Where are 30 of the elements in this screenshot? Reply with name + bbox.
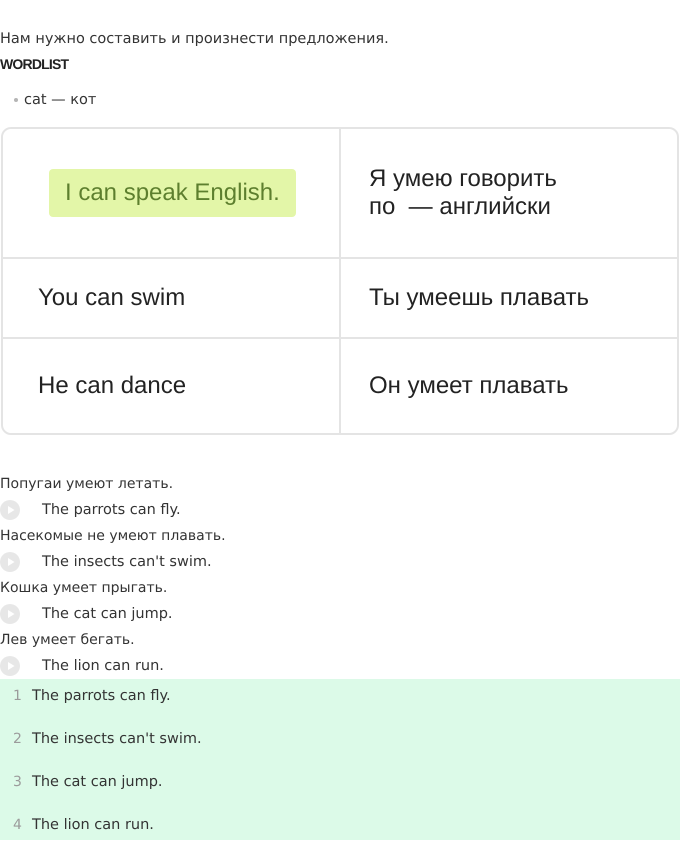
translation-text: The lion can run. xyxy=(42,658,164,674)
play-icon[interactable] xyxy=(0,656,20,676)
translation-text: The insects can't swim. xyxy=(42,554,212,570)
answer-number: 3 xyxy=(13,774,23,790)
answer-number: 4 xyxy=(13,817,23,833)
sentence-text: Кошка умеет прыгать. xyxy=(0,580,168,596)
translation-text: Я умею говорить по — английски xyxy=(369,165,557,221)
play-icon[interactable] xyxy=(0,552,20,572)
translation-text: The cat can jump. xyxy=(42,606,173,622)
translation-text: The parrots can fly. xyxy=(42,502,181,518)
intro-text: Нам нужно составить и произнести предложения. xyxy=(0,30,390,49)
translation-text: Ты умеешь плавать xyxy=(369,284,590,312)
highlighted-phrase: I can speak English. xyxy=(49,169,296,217)
sentence-text: Насекомые не умеют плавать. xyxy=(0,528,226,544)
answer-number: 2 xyxy=(13,731,23,747)
answer-text: The parrots can fly. xyxy=(32,688,171,704)
answer-text: The insects can't swim. xyxy=(32,731,202,747)
play-icon[interactable] xyxy=(0,604,20,624)
wordlist-item: cat — кот xyxy=(24,92,96,108)
answer-number: 1 xyxy=(13,688,23,704)
phrase-text: He can dance xyxy=(38,372,186,400)
phrase-text: You can swim xyxy=(38,284,186,312)
play-icon[interactable] xyxy=(0,500,20,520)
answer-text: The lion can run. xyxy=(32,817,154,833)
translation-text: Он умеет плавать xyxy=(369,372,569,400)
bullet-icon xyxy=(14,98,18,102)
sentence-text: Попугаи умеют летать. xyxy=(0,476,174,492)
answer-text: The cat can jump. xyxy=(32,774,163,790)
wordlist-heading: WORDLIST xyxy=(0,55,68,73)
sentence-text: Лев умеет бегать. xyxy=(0,632,135,648)
